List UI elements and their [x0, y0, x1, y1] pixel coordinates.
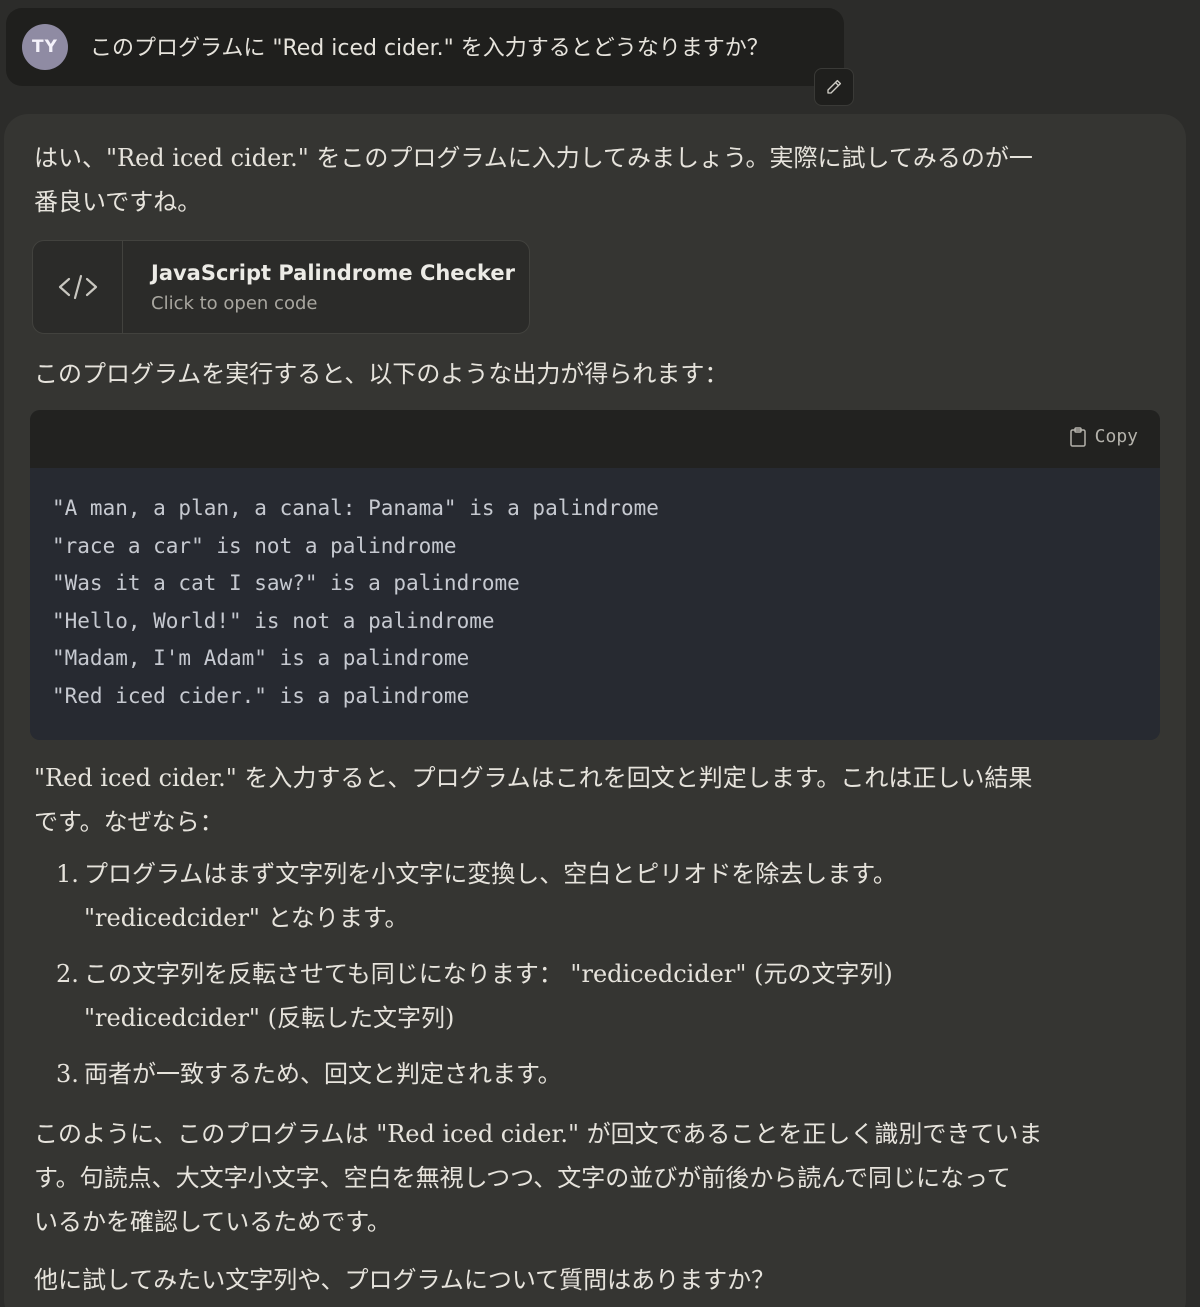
step-text: この文字列を反転させても同じになります： "redicedcider" (元の文…	[84, 960, 893, 1032]
assistant-response: はい、"Red iced cider." をこのプログラムに入力してみましょう。…	[4, 114, 1186, 1307]
output-intro: このプログラムを実行すると、以下のような出力が得られます：	[34, 360, 729, 388]
code-line: "Red iced cider." is a palindrome	[52, 683, 470, 708]
list-item: 3. 両者が一致するため、回文と判定されます。	[34, 1052, 1094, 1096]
list-item: 2. この文字列を反転させても同じになります： "redicedcider" (…	[34, 952, 1094, 1040]
code-output-block: Copy "A man, a plan, a canal: Panama" is…	[30, 410, 1160, 740]
user-message: TY このプログラムに "Red iced cider." を入力するとどうなり…	[6, 8, 844, 86]
steps-list: 1. プログラムはまず文字列を小文字に変換し、空白とピリオドを除去します。 "r…	[34, 852, 1094, 1108]
code-body: "A man, a plan, a canal: Panama" is a pa…	[30, 468, 1160, 740]
copy-label: Copy	[1094, 426, 1138, 447]
code-header: Copy	[30, 410, 1160, 468]
code-line: "Hello, World!" is not a palindrome	[52, 608, 495, 633]
code-lines: "A man, a plan, a canal: Panama" is a pa…	[52, 490, 659, 715]
step-number: 2.	[56, 960, 79, 988]
code-line: "Was it a cat I saw?" is a palindrome	[52, 571, 520, 595]
user-message-text: このプログラムに "Red iced cider." を入力するとどうなりますか…	[90, 36, 769, 61]
artifact-icon-box	[33, 241, 123, 333]
step-text: プログラムはまず文字列を小文字に変換し、空白とピリオドを除去します。 "redi…	[84, 860, 897, 932]
step-number: 3.	[56, 1060, 79, 1088]
artifact-title: JavaScript Palindrome Checker	[151, 261, 516, 285]
step-text: 両者が一致するため、回文と判定されます。	[84, 1060, 562, 1088]
avatar: TY	[22, 24, 68, 70]
artifact-subtitle: Click to open code	[151, 293, 318, 314]
step-number: 1.	[56, 860, 79, 888]
code-icon	[58, 274, 97, 300]
clipboard-icon	[1069, 426, 1086, 447]
code-line: "race a car" is not a palindrome	[52, 533, 457, 558]
closing-question: 他に試してみたい文字列や、プログラムについて質問はありますか？	[34, 1266, 776, 1294]
edit-message-button[interactable]	[814, 68, 854, 106]
code-line: "Madam, I'm Adam" is a palindrome	[52, 646, 470, 670]
explanation: "Red iced cider." を入力すると、プログラムはこれを回文と判定し…	[34, 764, 1033, 836]
artifact-card[interactable]: JavaScript Palindrome Checker Click to o…	[32, 240, 530, 334]
copy-button[interactable]: Copy	[1069, 426, 1138, 447]
list-item: 1. プログラムはまず文字列を小文字に変換し、空白とピリオドを除去します。 "r…	[34, 852, 1094, 940]
response-intro: はい、"Red iced cider." をこのプログラムに入力してみましょう。…	[34, 144, 1033, 216]
conclusion: このように、このプログラムは "Red iced cider." が回文であるこ…	[34, 1120, 1043, 1236]
code-line: "A man, a plan, a canal: Panama" is a pa…	[52, 496, 659, 520]
pencil-icon	[827, 79, 842, 94]
